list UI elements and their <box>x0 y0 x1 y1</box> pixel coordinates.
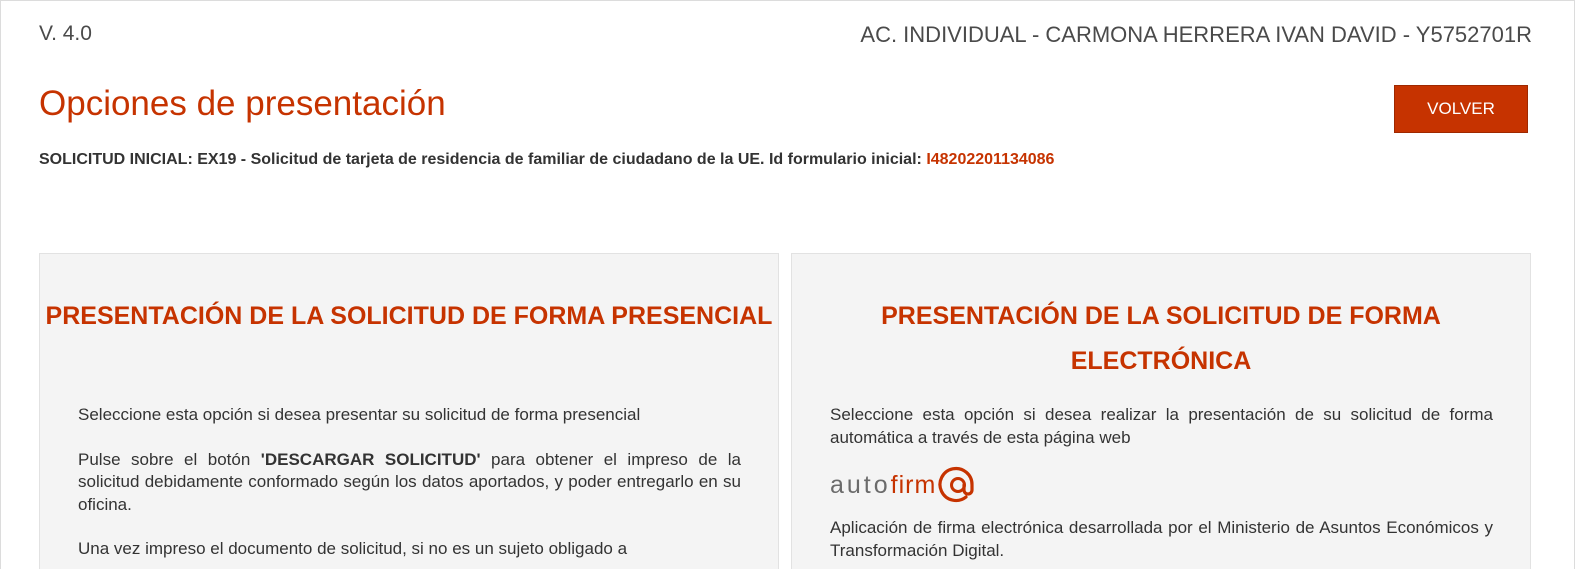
logo-firm-text: firm <box>890 470 937 499</box>
in-person-note: Una vez impreso el documento de solicitu… <box>78 539 628 558</box>
in-person-instructions: Pulse sobre el botón 'DESCARGAR SOLICITU… <box>78 449 741 517</box>
autofirma-logo: auto firm <box>830 465 1493 505</box>
version-label: V. 4.0 <box>39 22 92 45</box>
instructions-text-start: Pulse sobre el botón <box>78 449 261 469</box>
electronic-card-body: Seleccione esta opción si desea realizar… <box>830 404 1493 569</box>
in-person-option-card[interactable]: PRESENTACIÓN DE LA SOLICITUD DE FORMA PR… <box>39 253 779 569</box>
autofirma-description: Aplicación de firma electrónica desarrol… <box>830 518 1493 560</box>
back-button[interactable]: VOLVER <box>1394 85 1528 133</box>
request-subtitle: SOLICITUD INICIAL: EX19 - Solicitud de t… <box>39 151 1054 169</box>
in-person-card-title: PRESENTACIÓN DE LA SOLICITUD DE FORMA PR… <box>45 302 773 330</box>
in-person-card-body: Seleccione esta opción si desea presenta… <box>78 404 741 569</box>
form-id: I48202201134086 <box>926 151 1055 168</box>
user-info: AC. INDIVIDUAL - CARMONA HERRERA IVAN DA… <box>860 22 1532 47</box>
electronic-intro: Seleccione esta opción si desea realizar… <box>830 405 1493 447</box>
electronic-option-card[interactable]: PRESENTACIÓN DE LA SOLICITUD DE FORMA EL… <box>791 253 1531 569</box>
at-sign-icon <box>938 466 974 503</box>
subtitle-text: SOLICITUD INICIAL: EX19 - Solicitud de t… <box>39 151 922 168</box>
page-title: Opciones de presentación <box>39 84 446 123</box>
electronic-card-title: PRESENTACIÓN DE LA SOLICITUD DE FORMA EL… <box>881 302 1441 375</box>
in-person-intro: Seleccione esta opción si desea presenta… <box>78 405 641 424</box>
logo-auto-text: auto <box>830 470 891 499</box>
download-request-reference: 'DESCARGAR SOLICITUD' <box>260 449 481 469</box>
